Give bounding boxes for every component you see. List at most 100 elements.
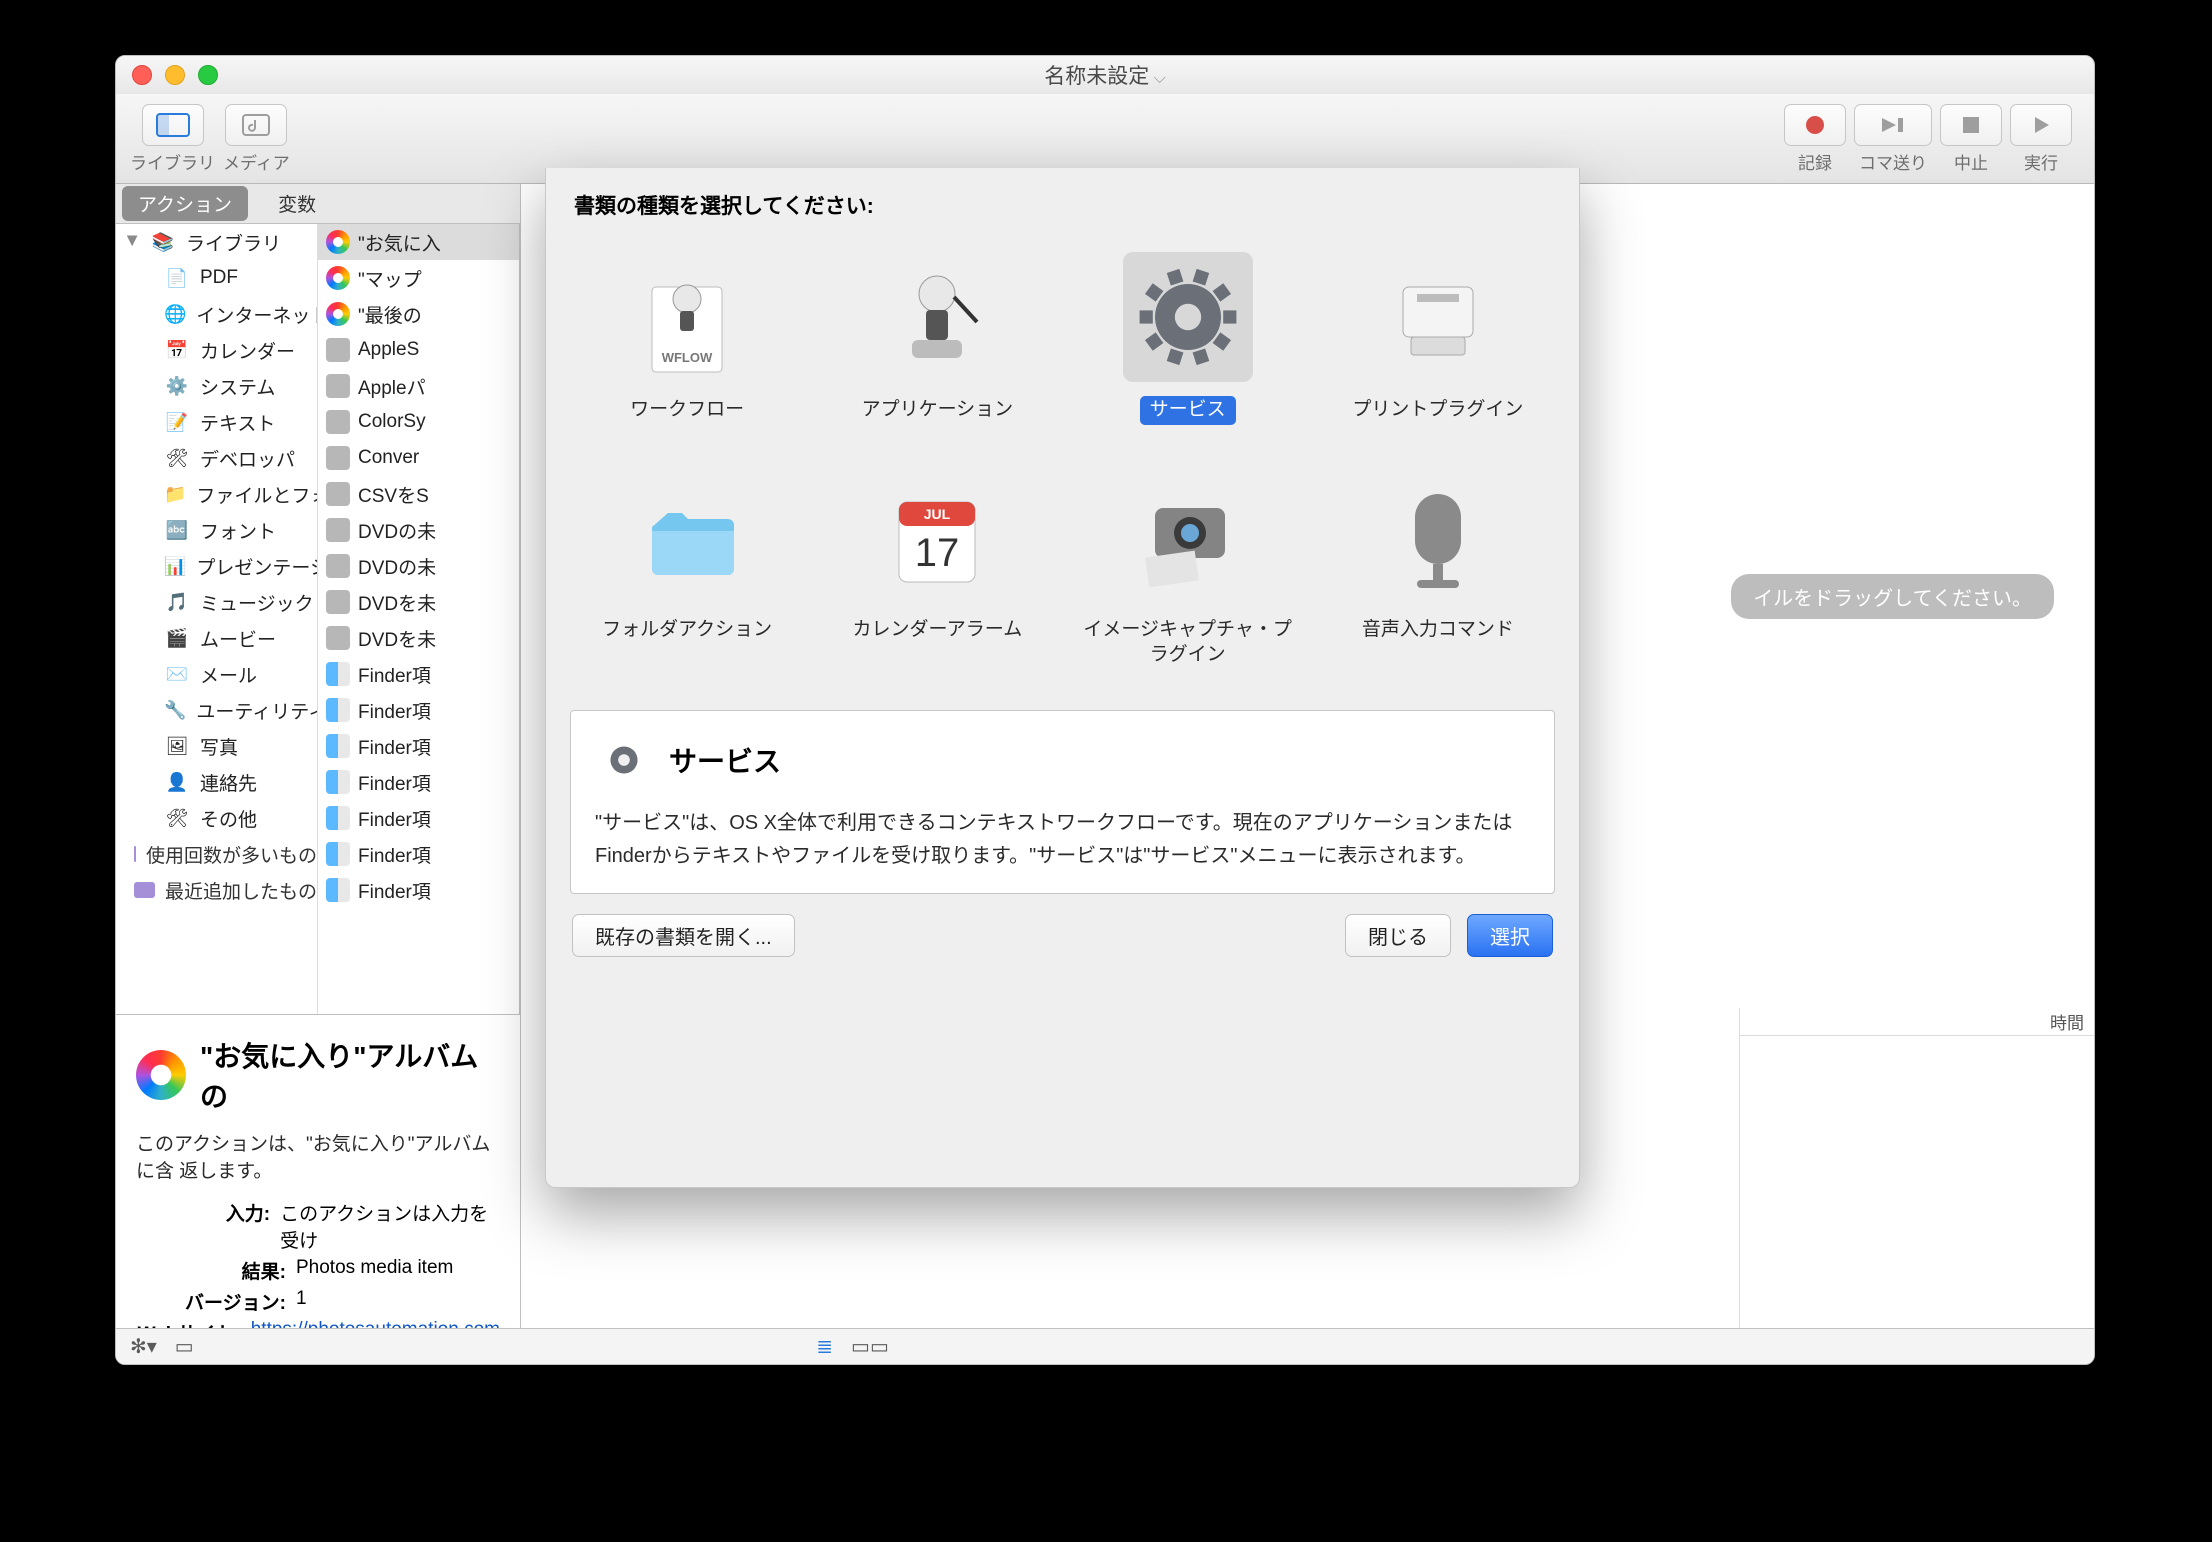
action-item[interactable]: Finder項 [318,800,519,836]
stop-toolbar-button[interactable]: 中止 [1940,104,2002,174]
category-item[interactable]: ✉️メール [116,656,317,692]
tab-variables[interactable]: 変数 [262,186,332,221]
category-item[interactable]: 🛠 その他 [116,800,317,836]
category-icon: 🛠 [164,805,190,831]
stop-label: 中止 [1954,149,1988,174]
choose-button[interactable]: 選択 [1467,914,1553,957]
doc-type-icon [622,472,752,602]
tab-actions[interactable]: アクション [122,186,248,221]
list-view-icon[interactable]: ≣ [816,1334,833,1359]
action-item[interactable]: Conver [318,440,519,476]
action-item[interactable]: Finder項 [318,872,519,908]
action-item[interactable]: DVDを未 [318,584,519,620]
gear-menu-icon[interactable]: ✻▾ [130,1334,157,1359]
action-label: DVDを未 [358,625,436,652]
category-item[interactable]: 🎵ミュージック [116,584,317,620]
category-label: ミュージック [200,589,314,616]
info-version-val: 1 [296,1288,307,1315]
doc-type-item[interactable]: WFLOWワークフロー [568,242,806,462]
action-item[interactable]: Appleパ [318,368,519,404]
doc-type-item[interactable]: イメージキャプチャ・プラグイン [1069,462,1307,682]
type-desc-body: "サービス"は、OS X全体で利用できるコンテキストワークフローです。現在のアプ… [595,807,1530,873]
action-icon [326,338,350,362]
smart-folder-item[interactable]: 使用回数が多いもの [116,836,317,872]
category-item[interactable]: 📁ファイルとフォルダ [116,476,317,512]
doc-type-item[interactable]: JUL17カレンダーアラーム [818,462,1056,682]
actions-list[interactable]: "お気に入 "マップ "最後のAppleSAppleパColorSyConver CS… [318,224,520,1014]
smart-folder-item[interactable]: 最近追加したもの [116,872,317,908]
category-item[interactable]: 📝テキスト [116,404,317,440]
library-toolbar-button[interactable]: ライブラリ [130,104,215,174]
run-label: 実行 [2024,149,2058,174]
category-label: その他 [200,805,257,832]
doc-type-icon [872,252,1002,382]
action-icon [326,446,350,470]
action-item[interactable]: "お気に入 [318,224,519,260]
sidebar-tabbar: アクション 変数 [116,184,520,224]
info-result-key: 結果: [136,1257,286,1284]
action-label: "マップ [358,265,422,292]
category-item[interactable]: 🌐インターネット [116,296,317,332]
library-header: ライブラリ [186,229,281,256]
action-item[interactable]: Finder項 [318,764,519,800]
smart-folder-icon [134,846,136,862]
status-bar: ✻▾ ▭ ≣ ▭▭ [116,1328,2094,1364]
action-item[interactable]: DVDを未 [318,620,519,656]
media-toolbar-button[interactable]: メディア [223,104,290,174]
category-item[interactable]: 🖼写真 [116,728,317,764]
action-label: CSVをS [358,481,429,508]
doc-type-item[interactable]: プリントプラグイン [1319,242,1557,462]
doc-type-label: フォルダアクション [592,616,782,645]
action-label: Finder項 [358,661,431,688]
category-item[interactable]: 📄PDF [116,260,317,296]
category-label: カレンダー [200,337,295,364]
doc-type-item[interactable]: アプリケーション [818,242,1056,462]
category-item[interactable]: 🎬ムービー [116,620,317,656]
category-label: ユーティリティ [196,697,318,724]
action-icon [326,662,350,686]
action-item[interactable]: DVDの未 [318,512,519,548]
disclosure-icon[interactable]: ▶ [125,235,142,249]
doc-type-item[interactable]: フォルダアクション [568,462,806,682]
action-item[interactable]: "マップ [318,260,519,296]
doc-type-item[interactable]: サービス [1069,242,1307,462]
action-item[interactable]: Finder項 [318,836,519,872]
action-item[interactable]: CSVをS [318,476,519,512]
action-icon [326,410,350,434]
action-icon [326,374,350,398]
step-label: コマ送り [1859,149,1927,174]
category-item[interactable]: 🛠デベロッパ [116,440,317,476]
column-view-icon[interactable]: ▭▭ [851,1334,889,1359]
category-icon: 📄 [164,265,190,291]
action-icon [326,806,350,830]
open-existing-button[interactable]: 既存の書類を開く... [572,914,795,957]
run-toolbar-button[interactable]: 実行 [2010,104,2072,174]
action-item[interactable]: DVDの未 [318,548,519,584]
action-item[interactable]: Finder項 [318,656,519,692]
category-item[interactable]: 📊プレゼンテーション [116,548,317,584]
action-item[interactable]: Finder項 [318,728,519,764]
toggle-info-icon[interactable]: ▭ [175,1334,194,1359]
action-icon [326,878,350,902]
action-item[interactable]: "最後の [318,296,519,332]
record-toolbar-button[interactable]: 記録 [1784,104,1846,174]
category-item[interactable]: 👤連絡先 [116,764,317,800]
category-item[interactable]: 📅カレンダー [116,332,317,368]
category-list[interactable]: ▶📚ライブラリ📄PDF🌐インターネット📅カレンダー⚙️システム📝テキスト🛠デベロ… [116,224,318,1014]
smart-folder-label: 最近追加したもの [165,877,317,904]
step-toolbar-button[interactable]: コマ送り [1854,104,1932,174]
close-button[interactable]: 閉じる [1345,914,1451,957]
category-icon: 🔧 [164,697,186,723]
category-label: フォント [200,517,276,544]
action-item[interactable]: ColorSy [318,404,519,440]
left-panel: アクション 変数 ▶📚ライブラリ📄PDF🌐インターネット📅カレンダー⚙️システム… [116,184,521,1364]
category-label: テキスト [200,409,275,436]
action-item[interactable]: AppleS [318,332,519,368]
titlebar: 名称未設定 [116,56,2094,94]
category-item[interactable]: 🔧 ユーティリティ [116,692,317,728]
category-item[interactable]: 🔤フォント [116,512,317,548]
category-item[interactable]: ⚙️システム [116,368,317,404]
action-item[interactable]: Finder項 [318,692,519,728]
doc-type-item[interactable]: 音声入力コマンド [1319,462,1557,682]
action-icon [326,698,350,722]
